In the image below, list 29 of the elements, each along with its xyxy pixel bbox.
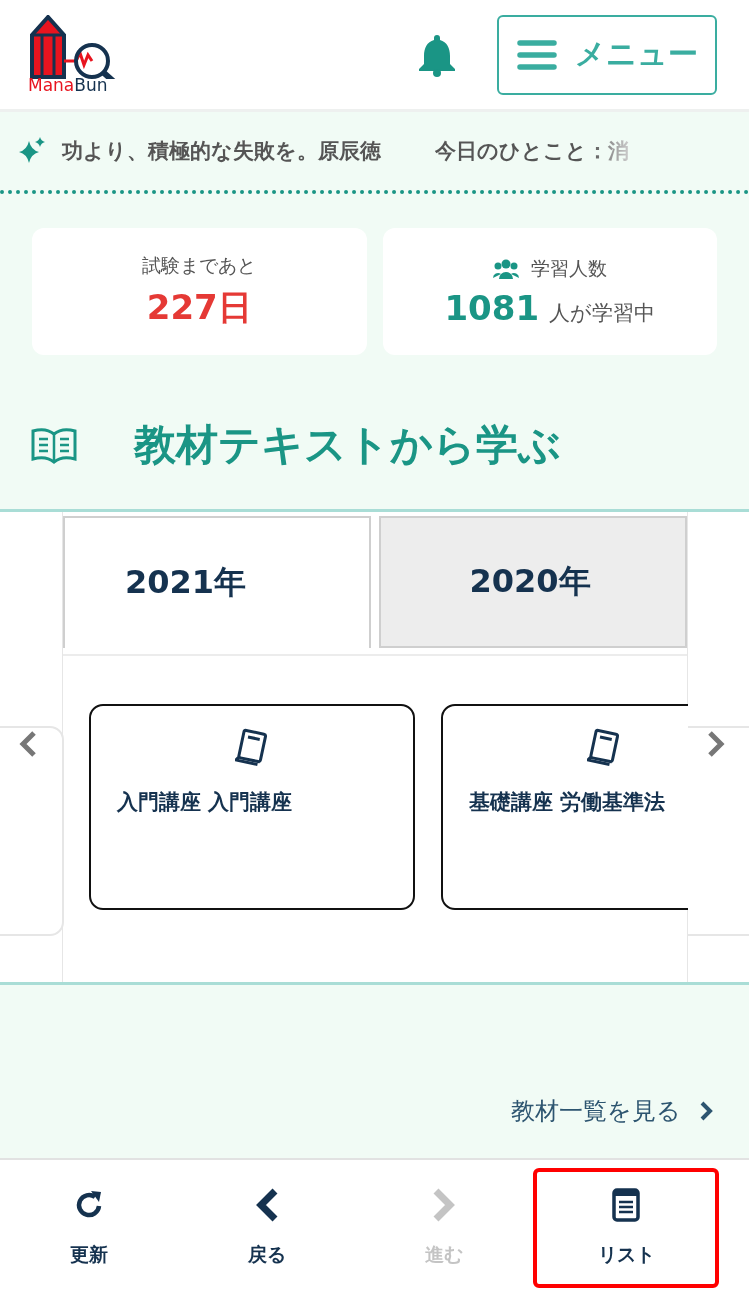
ticker-text: 功より、積極的な失敗を。原辰徳 [62,138,381,165]
year-tab[interactable]: 2020年 [379,516,687,648]
course-title: 基礎講座 労働基準法 [468,789,666,816]
menu-icon [516,38,557,71]
course-card[interactable]: 入門講座 入門講座 [89,704,415,910]
sparkle-icon [18,137,46,165]
document-list-icon [612,1188,641,1222]
people-icon [492,257,519,280]
logo-text: ManaBun [28,74,108,95]
stat-suffix: 人が学習中 [549,299,656,327]
chevron-left-icon[interactable] [18,730,38,758]
stat-label: 試験まであと [142,252,257,278]
nav-button[interactable]: リスト [533,1168,719,1288]
more-link[interactable]: 教材一覧を見る [511,1095,713,1127]
section-title: 教材テキストから学ぶ [134,419,561,471]
stat-label: 学習人数 [530,255,607,281]
chevron-right-icon [432,1188,457,1222]
bell-icon[interactable] [417,32,457,77]
open-book-icon [30,426,78,464]
book-icon [587,728,621,766]
chevron-left-icon [254,1188,279,1222]
book-icon [235,728,269,766]
chevron-right-icon[interactable] [706,730,726,758]
year-tab[interactable]: 2021年 [63,516,371,648]
chevron-right-icon [699,1100,713,1122]
stat-value: 227日 [146,285,252,329]
ticker-text: 今日のひとこと：消 [435,137,629,165]
stat-value: 1081 [444,287,540,328]
course-title: 入門講座 入門講座 [116,789,293,816]
